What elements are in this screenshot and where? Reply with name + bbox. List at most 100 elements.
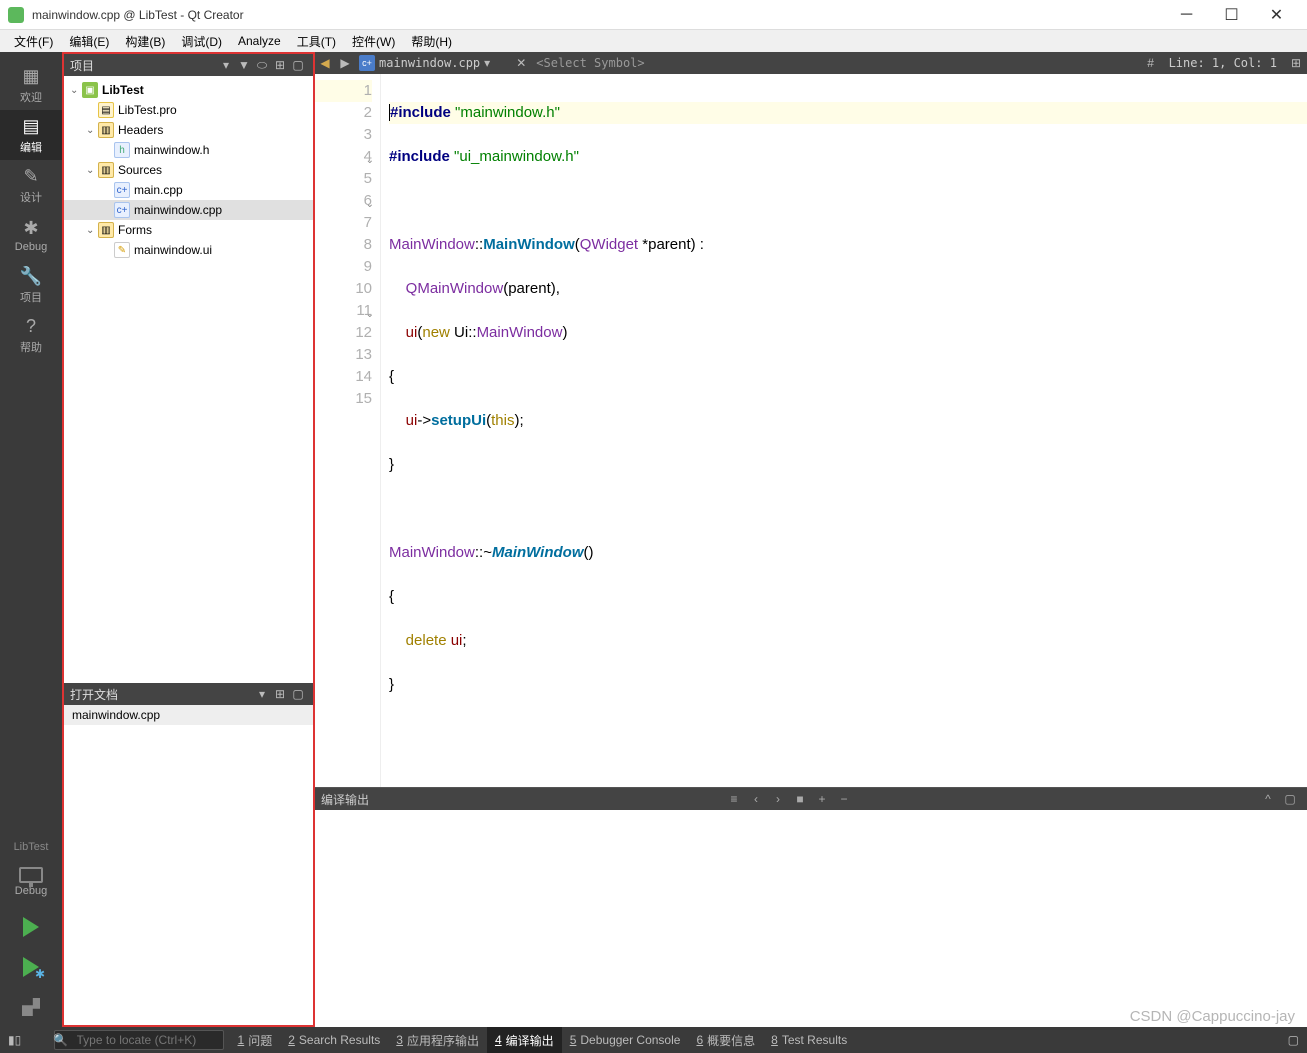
tree-headers-folder[interactable]: ⌄▥Headers bbox=[64, 120, 313, 140]
link-icon[interactable]: ⬭ bbox=[253, 58, 271, 73]
mode-design[interactable]: ✎设计 bbox=[0, 160, 62, 210]
tree-sources-folder[interactable]: ⌄▥Sources bbox=[64, 160, 313, 180]
run-debug-button[interactable]: ✱ bbox=[11, 947, 51, 987]
pro-file-icon: ▤ bbox=[98, 102, 114, 118]
mode-projects[interactable]: 🔧项目 bbox=[0, 260, 62, 310]
title-bar: mainwindow.cpp @ LibTest - Qt Creator ─ … bbox=[0, 0, 1307, 30]
cursor-position: Line: 1, Col: 1 bbox=[1161, 56, 1285, 70]
mode-bar: ▦欢迎 ▤编辑 ✎设计 ✱Debug 🔧项目 ?帮助 LibTest Debug… bbox=[0, 52, 62, 1027]
maximize-panel-icon[interactable]: ^ bbox=[1257, 792, 1279, 806]
project-panel-header: 项目 ▾ ▼ ⬭ ⊞ ▢ bbox=[64, 54, 313, 76]
tree-forms-folder[interactable]: ⌄▥Forms bbox=[64, 220, 313, 240]
project-tree[interactable]: ⌄▣LibTest ▤LibTest.pro ⌄▥Headers hmainwi… bbox=[64, 76, 313, 683]
app-icon bbox=[8, 7, 24, 23]
mode-debug[interactable]: ✱Debug bbox=[0, 210, 62, 260]
file-dropdown-icon[interactable]: ▾ bbox=[480, 56, 510, 70]
project-icon: ▣ bbox=[82, 82, 98, 98]
menu-debug[interactable]: 调试(D) bbox=[173, 31, 230, 52]
minimize-button[interactable]: ─ bbox=[1164, 1, 1209, 29]
hammer-icon bbox=[22, 998, 40, 1016]
prev-icon[interactable]: ‹ bbox=[745, 792, 767, 806]
compile-output-tab[interactable]: 4编译输出 bbox=[487, 1027, 562, 1053]
filter-icon[interactable]: ≡ bbox=[723, 792, 745, 806]
locator: 🔍 bbox=[35, 1030, 223, 1050]
play-icon bbox=[23, 917, 39, 937]
code-area[interactable]: #include "mainwindow.h" #include "ui_mai… bbox=[381, 74, 1307, 787]
test-results-tab[interactable]: 8Test Results bbox=[763, 1027, 855, 1053]
cpp-file-icon: c+ bbox=[114, 182, 130, 198]
tree-header-file[interactable]: hmainwindow.h bbox=[64, 140, 313, 160]
editor-column: ◀ ▶ c+ mainwindow.cpp ▾ ✕ <Select Symbol… bbox=[315, 52, 1307, 1027]
search-results-tab[interactable]: 2Search Results bbox=[280, 1027, 388, 1053]
output-title: 编译输出 bbox=[321, 791, 723, 808]
output-body[interactable] bbox=[315, 810, 1307, 1027]
h-file-icon: h bbox=[114, 142, 130, 158]
zoom-in-icon[interactable]: + bbox=[811, 792, 833, 806]
toggle-sidebar-icon[interactable]: ▮▯ bbox=[0, 1027, 29, 1053]
bug-icon: ✱ bbox=[35, 967, 45, 981]
cpp-file-icon: c+ bbox=[359, 55, 375, 71]
open-docs-title: 打开文档 bbox=[70, 686, 253, 703]
folder-icon: ▥ bbox=[98, 222, 114, 238]
split-h-icon[interactable]: ⊞ bbox=[271, 58, 289, 72]
close-panel-icon[interactable]: ▢ bbox=[1279, 792, 1301, 806]
close-button[interactable]: ✕ bbox=[1254, 1, 1299, 29]
code-editor[interactable]: 123 4⌄5 6⌄7 8910 11⌄12 131415 #include "… bbox=[315, 74, 1307, 787]
symbol-selector[interactable]: <Select Symbol> bbox=[532, 56, 1140, 70]
split-h-icon[interactable]: ⊞ bbox=[271, 687, 289, 701]
folder-icon: ▥ bbox=[98, 162, 114, 178]
open-docs-header: 打开文档 ▾ ⊞ ▢ bbox=[64, 683, 313, 705]
kit-label: LibTest bbox=[14, 841, 49, 853]
mode-edit[interactable]: ▤编辑 bbox=[0, 110, 62, 160]
menu-widgets[interactable]: 控件(W) bbox=[344, 31, 403, 52]
run-button[interactable] bbox=[11, 907, 51, 947]
status-bar: ▮▯ 🔍 1问题 2Search Results 3应用程序输出 4编译输出 5… bbox=[0, 1027, 1307, 1053]
editor-filename[interactable]: mainwindow.cpp bbox=[379, 56, 480, 70]
output-panel: 编译输出 ≡ ‹ › ■ + − ^ ▢ bbox=[315, 787, 1307, 1027]
open-docs-list: mainwindow.cpp bbox=[64, 705, 313, 1025]
tree-ui-file[interactable]: ✎mainwindow.ui bbox=[64, 240, 313, 260]
filter-icon[interactable]: ▼ bbox=[235, 58, 253, 72]
stop-icon[interactable]: ■ bbox=[789, 792, 811, 806]
nav-back-icon[interactable]: ◀ bbox=[315, 56, 335, 70]
nav-forward-icon[interactable]: ▶ bbox=[335, 56, 355, 70]
menu-edit[interactable]: 编辑(E) bbox=[61, 31, 117, 52]
tree-source-file[interactable]: c+main.cpp bbox=[64, 180, 313, 200]
mode-help[interactable]: ?帮助 bbox=[0, 310, 62, 360]
panel-dropdown-icon[interactable]: ▾ bbox=[253, 687, 271, 701]
menu-build[interactable]: 构建(B) bbox=[117, 31, 173, 52]
close-panel-icon[interactable]: ▢ bbox=[289, 58, 307, 72]
cpp-file-icon: c+ bbox=[114, 202, 130, 218]
ui-file-icon: ✎ bbox=[114, 242, 130, 258]
build-button[interactable] bbox=[11, 987, 51, 1027]
menu-help[interactable]: 帮助(H) bbox=[403, 31, 460, 52]
app-output-tab[interactable]: 3应用程序输出 bbox=[388, 1027, 487, 1053]
mode-welcome[interactable]: ▦欢迎 bbox=[0, 60, 62, 110]
panel-dropdown-icon[interactable]: ▾ bbox=[217, 58, 235, 72]
mark-icon[interactable]: # bbox=[1141, 56, 1161, 70]
menu-bar: 文件(F) 编辑(E) 构建(B) 调试(D) Analyze 工具(T) 控件… bbox=[0, 30, 1307, 52]
locator-input[interactable] bbox=[54, 1030, 224, 1050]
search-icon: 🔍 bbox=[53, 1033, 68, 1047]
next-icon[interactable]: › bbox=[767, 792, 789, 806]
project-panel-title: 项目 bbox=[70, 57, 217, 74]
window-title: mainwindow.cpp @ LibTest - Qt Creator bbox=[32, 8, 1164, 22]
menu-tools[interactable]: 工具(T) bbox=[289, 31, 344, 52]
tree-pro-file[interactable]: ▤LibTest.pro bbox=[64, 100, 313, 120]
menu-file[interactable]: 文件(F) bbox=[6, 31, 61, 52]
tree-project-root[interactable]: ⌄▣LibTest bbox=[64, 80, 313, 100]
issues-tab[interactable]: 1问题 bbox=[230, 1027, 281, 1053]
close-panel-icon[interactable]: ▢ bbox=[289, 687, 307, 701]
menu-analyze[interactable]: Analyze bbox=[230, 32, 289, 50]
zoom-out-icon[interactable]: − bbox=[833, 792, 855, 806]
debugger-console-tab[interactable]: 5Debugger Console bbox=[562, 1027, 689, 1053]
open-doc-item[interactable]: mainwindow.cpp bbox=[64, 705, 313, 725]
close-output-icon[interactable]: ▢ bbox=[1280, 1027, 1307, 1053]
tree-source-file-active[interactable]: c+mainwindow.cpp bbox=[64, 200, 313, 220]
split-editor-icon[interactable]: ⊞ bbox=[1285, 56, 1307, 70]
close-file-icon[interactable]: ✕ bbox=[510, 56, 532, 70]
kit-selector[interactable]: Debug bbox=[0, 857, 62, 907]
maximize-button[interactable]: ☐ bbox=[1209, 1, 1254, 29]
general-messages-tab[interactable]: 6概要信息 bbox=[688, 1027, 763, 1053]
side-panel: 项目 ▾ ▼ ⬭ ⊞ ▢ ⌄▣LibTest ▤LibTest.pro ⌄▥He… bbox=[62, 52, 315, 1027]
